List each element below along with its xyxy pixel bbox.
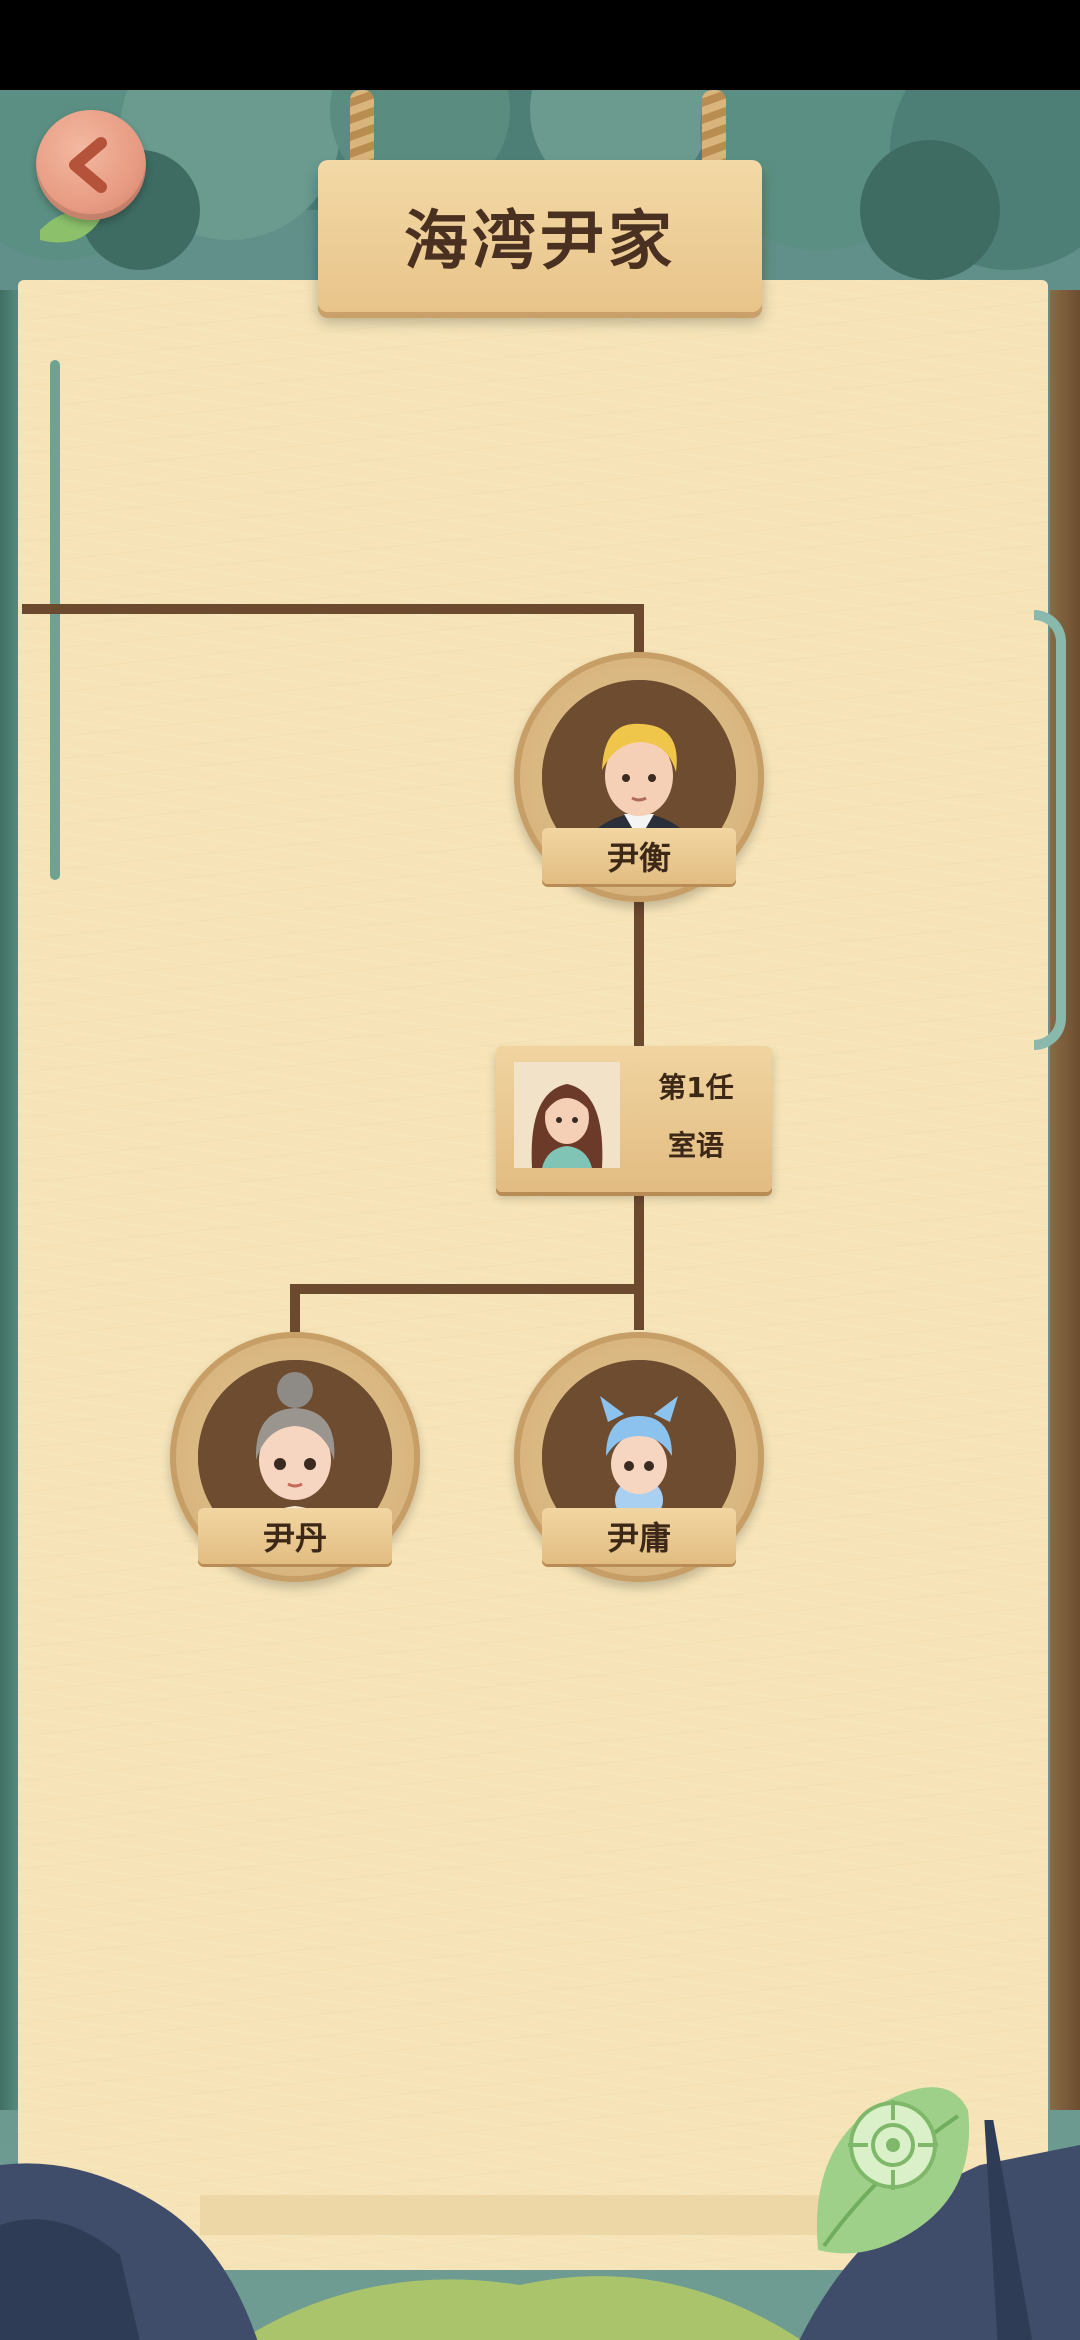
family-tree-board: [18, 280, 1048, 2270]
member-name: 尹丹: [198, 1508, 392, 1564]
hanging-vine: [50, 360, 60, 880]
member-name: 尹衡: [542, 828, 736, 884]
spouse-order: 第1任: [658, 1071, 734, 1104]
connector-child-left: [290, 1284, 300, 1332]
member-node-child-2[interactable]: 尹庸: [514, 1332, 764, 1582]
member-node-head[interactable]: 尹衡: [514, 652, 764, 902]
crosshair-icon: [848, 2100, 938, 2190]
status-bar: [0, 0, 1080, 90]
connector-children-horizontal: [290, 1284, 644, 1294]
connector-top-horizontal: [22, 604, 644, 614]
spouse-card[interactable]: 第1任 室语: [496, 1046, 772, 1192]
title-sign: 海湾尹家: [318, 160, 762, 312]
spouse-avatar: [514, 1062, 620, 1168]
spouse-name: 室语: [667, 1129, 724, 1162]
page-title: 海湾尹家: [404, 205, 676, 279]
locate-button[interactable]: [816, 2087, 970, 2254]
member-node-child-1[interactable]: 尹丹: [170, 1332, 420, 1582]
connector-head-spouse: [634, 898, 644, 1048]
right-trunk: [1050, 290, 1080, 2110]
curled-vine: [1034, 610, 1066, 1050]
back-button[interactable]: [36, 110, 146, 220]
member-name: 尹庸: [542, 1508, 736, 1564]
connector-spouse-children: [634, 1190, 644, 1330]
chevron-left-icon: [69, 137, 107, 193]
game-scene: [0, 90, 1080, 2340]
